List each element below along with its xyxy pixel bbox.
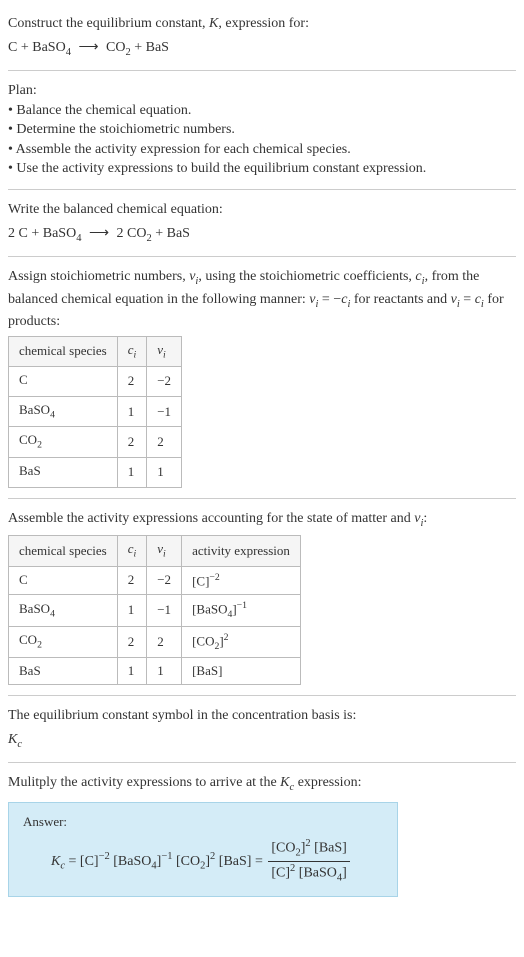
plan-bullet: • Assemble the activity expression for e… xyxy=(8,140,516,160)
answer-expression: Kc = [C]−2 [BaSO4]−1 [CO2]2 [BaS] = [CO2… xyxy=(23,837,383,886)
eq-lhs: C + BaSO xyxy=(8,40,66,55)
symbol-text: The equilibrium constant symbol in the c… xyxy=(8,706,516,726)
bal-lhs-sub: 4 xyxy=(76,232,81,243)
table-header-row: chemical species ci νi xyxy=(9,336,182,366)
col-species: chemical species xyxy=(9,536,118,566)
divider xyxy=(8,189,516,190)
assemble-text: Assemble the activity expressions accoun… xyxy=(8,509,516,531)
table-row: BaS 1 1 [BaS] xyxy=(9,658,301,685)
arrow-icon: ⟶ xyxy=(89,224,109,244)
col-ci: ci xyxy=(117,536,147,566)
denominator: [C]2 [BaSO4] xyxy=(268,862,349,886)
table-header-row: chemical species ci νi activity expressi… xyxy=(9,536,301,566)
col-nui: νi xyxy=(147,536,182,566)
fraction: [CO2]2 [BaS][C]2 [BaSO4] xyxy=(268,837,349,886)
table-row: CO2 2 2 xyxy=(9,427,182,457)
multiply-section: Mulitply the activity expressions to arr… xyxy=(8,767,516,903)
divider xyxy=(8,70,516,71)
answer-box: Answer: Kc = [C]−2 [BaSO4]−1 [CO2]2 [BaS… xyxy=(8,802,398,897)
plan-section: Plan: • Balance the chemical equation. •… xyxy=(8,75,516,185)
col-nui: νi xyxy=(147,336,182,366)
k-symbol: K xyxy=(209,16,218,31)
symbol-section: The equilibrium constant symbol in the c… xyxy=(8,700,516,758)
col-activity: activity expression xyxy=(182,536,301,566)
plan-bullet: • Determine the stoichiometric numbers. xyxy=(8,120,516,140)
assign-section: Assign stoichiometric numbers, νi, using… xyxy=(8,261,516,494)
balanced-title: Write the balanced chemical equation: xyxy=(8,200,516,220)
table-row: C 2 −2 [C]−2 xyxy=(9,566,301,595)
intro-line: Construct the equilibrium constant, K, e… xyxy=(8,14,516,34)
intro-text: Construct the equilibrium constant, xyxy=(8,16,209,31)
bal-rhs-a: 2 CO xyxy=(117,226,147,241)
table-row: BaSO4 1 −1 xyxy=(9,397,182,427)
multiply-text: Mulitply the activity expressions to arr… xyxy=(8,773,516,795)
table-row: CO2 2 2 [CO2]2 xyxy=(9,626,301,658)
eq-rhs-b: + BaS xyxy=(131,40,169,55)
eq-rhs-a: CO xyxy=(106,40,125,55)
arrow-icon: ⟶ xyxy=(78,38,98,58)
divider xyxy=(8,762,516,763)
assign-text: Assign stoichiometric numbers, νi, using… xyxy=(8,267,516,332)
plan-title: Plan: xyxy=(8,81,516,101)
balanced-equation: 2 C + BaSO4 ⟶ 2 CO2 + BaS xyxy=(8,224,516,246)
col-ci: ci xyxy=(117,336,147,366)
plan-bullet: • Use the activity expressions to build … xyxy=(8,159,516,179)
activity-table: chemical species ci νi activity expressi… xyxy=(8,535,301,685)
unbalanced-equation: C + BaSO4 ⟶ CO2 + BaS xyxy=(8,38,516,60)
divider xyxy=(8,695,516,696)
assemble-section: Assemble the activity expressions accoun… xyxy=(8,503,516,692)
intro-text-b: , expression for: xyxy=(218,16,309,31)
divider xyxy=(8,256,516,257)
table-row: BaS 1 1 xyxy=(9,457,182,487)
plan-bullet: • Balance the chemical equation. xyxy=(8,101,516,121)
eq-lhs-sub: 4 xyxy=(66,46,71,57)
col-species: chemical species xyxy=(9,336,118,366)
kc-symbol: Kc xyxy=(8,730,516,752)
answer-label: Answer: xyxy=(23,813,383,831)
bal-rhs-b: + BaS xyxy=(152,226,190,241)
table-row: BaSO4 1 −1 [BaSO4]−1 xyxy=(9,595,301,627)
table-row: C 2 −2 xyxy=(9,366,182,396)
bal-lhs: 2 C + BaSO xyxy=(8,226,76,241)
divider xyxy=(8,498,516,499)
intro-section: Construct the equilibrium constant, K, e… xyxy=(8,8,516,66)
balanced-section: Write the balanced chemical equation: 2 … xyxy=(8,194,516,252)
numerator: [CO2]2 [BaS] xyxy=(268,837,349,862)
stoich-table: chemical species ci νi C 2 −2 BaSO4 1 −1… xyxy=(8,336,182,488)
